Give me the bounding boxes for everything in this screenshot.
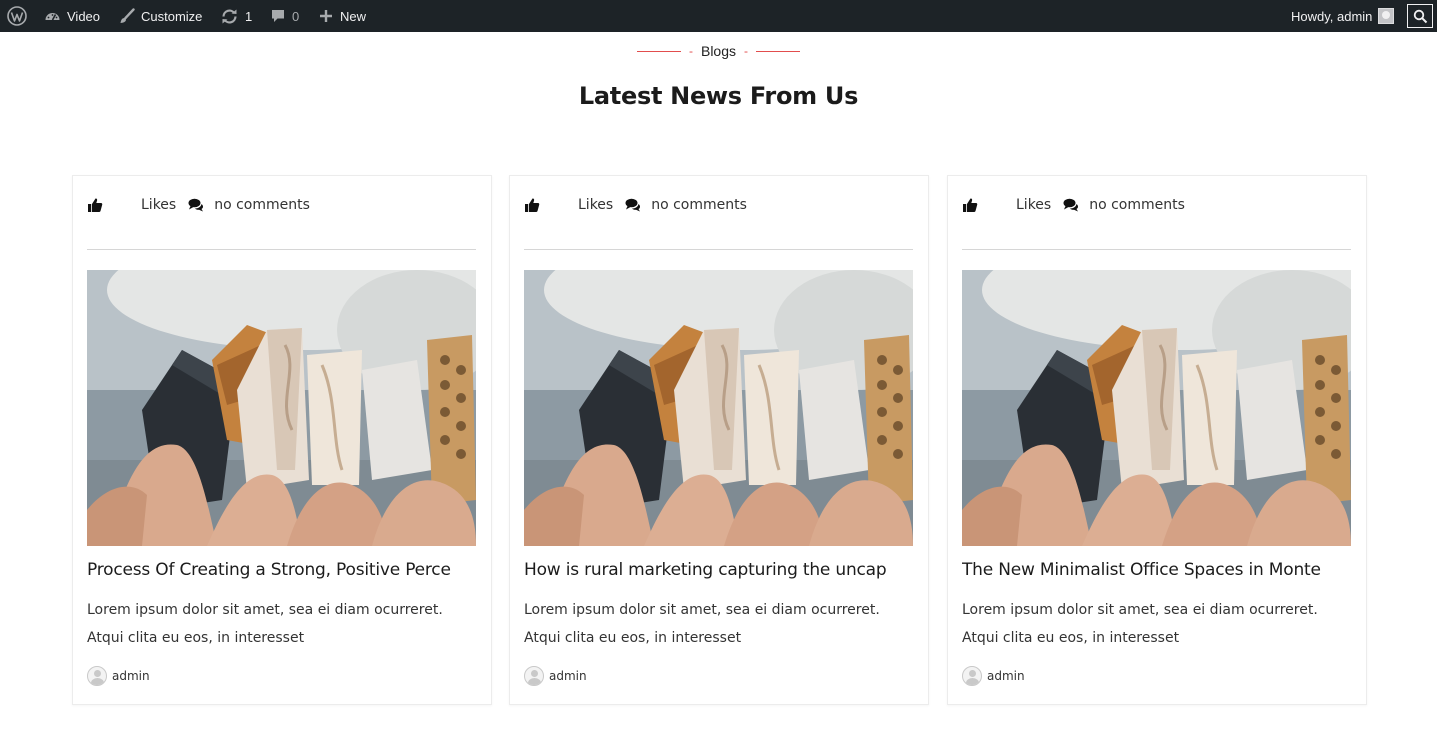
thumbs-up-icon[interactable] bbox=[962, 197, 978, 213]
updates-link[interactable]: 1 bbox=[220, 0, 252, 32]
post-thumbnail[interactable] bbox=[87, 270, 476, 546]
avatar bbox=[1378, 8, 1395, 24]
post-excerpt: Lorem ipsum dolor sit amet, sea ei diam … bbox=[87, 602, 443, 646]
likes-label[interactable]: Likes bbox=[1016, 197, 1051, 213]
post-author[interactable]: admin bbox=[962, 666, 1025, 686]
admin-bar: Video Customize 1 0 New Howdy, admin bbox=[0, 0, 1437, 32]
new-label: New bbox=[340, 8, 367, 24]
post-excerpt: Lorem ipsum dolor sit amet, sea ei diam … bbox=[962, 602, 1318, 646]
updates-icon bbox=[222, 9, 237, 23]
author-avatar bbox=[524, 666, 544, 686]
wordpress-icon bbox=[7, 6, 27, 26]
site-name-menu[interactable]: Video bbox=[44, 0, 100, 32]
kicker-dash-right: - bbox=[744, 44, 749, 58]
thumbs-up-icon[interactable] bbox=[87, 197, 103, 213]
post-author[interactable]: admin bbox=[524, 666, 587, 686]
comments-icon bbox=[188, 198, 204, 212]
meta-divider bbox=[962, 249, 1351, 250]
soap-bars-image bbox=[962, 270, 1351, 546]
post-author[interactable]: admin bbox=[87, 666, 150, 686]
likes-label[interactable]: Likes bbox=[141, 197, 176, 213]
my-account-menu[interactable]: Howdy, admin bbox=[1291, 0, 1395, 32]
kicker-dash-left: - bbox=[688, 44, 693, 58]
paintbrush-icon bbox=[120, 7, 135, 23]
author-name[interactable]: admin bbox=[112, 669, 150, 683]
customize-label: Customize bbox=[141, 8, 203, 24]
post-meta: Likes no comments bbox=[87, 195, 310, 215]
kicker-line-left bbox=[636, 50, 681, 52]
comments-link[interactable]: 0 bbox=[270, 0, 299, 32]
post-thumbnail[interactable] bbox=[524, 270, 913, 546]
post-excerpt: Lorem ipsum dolor sit amet, sea ei diam … bbox=[524, 602, 880, 646]
site-name-label: Video bbox=[67, 8, 101, 24]
blog-card: Likes no comments bbox=[509, 175, 929, 705]
plus-icon bbox=[320, 10, 332, 22]
kicker-label: Blogs bbox=[700, 43, 737, 59]
author-avatar bbox=[87, 666, 107, 686]
post-meta: Likes no comments bbox=[962, 195, 1185, 215]
comments-count: 0 bbox=[292, 8, 300, 24]
post-title[interactable]: Process Of Creating a Strong, Positive P… bbox=[87, 560, 479, 580]
comments-icon bbox=[1063, 198, 1079, 212]
customize-link[interactable]: Customize bbox=[118, 0, 202, 32]
meta-divider bbox=[87, 249, 476, 250]
dashboard-icon bbox=[45, 13, 60, 21]
author-avatar bbox=[962, 666, 982, 686]
updates-count: 1 bbox=[245, 8, 253, 24]
comments-icon bbox=[625, 198, 641, 212]
post-title[interactable]: How is rural marketing capturing the unc… bbox=[524, 560, 916, 580]
author-name[interactable]: admin bbox=[987, 669, 1025, 683]
likes-label[interactable]: Likes bbox=[578, 197, 613, 213]
author-name[interactable]: admin bbox=[549, 669, 587, 683]
comment-bubble-icon bbox=[272, 10, 284, 22]
howdy-label: Howdy, admin bbox=[1291, 8, 1373, 24]
post-title[interactable]: The New Minimalist Office Spaces in Mont… bbox=[962, 560, 1354, 580]
new-content-menu[interactable]: New bbox=[318, 0, 366, 32]
post-thumbnail[interactable] bbox=[962, 270, 1351, 546]
search-button[interactable] bbox=[1407, 4, 1433, 28]
comments-link[interactable]: no comments bbox=[651, 197, 747, 213]
section-heading: Latest News From Us bbox=[578, 82, 859, 110]
soap-bars-image bbox=[87, 270, 476, 546]
thumbs-up-icon[interactable] bbox=[524, 197, 540, 213]
meta-divider bbox=[524, 249, 913, 250]
blog-card: Likes no comments bbox=[947, 175, 1367, 705]
section-kicker: - Blogs - bbox=[0, 43, 1437, 59]
post-meta: Likes no comments bbox=[524, 195, 747, 215]
kicker-line-right bbox=[756, 50, 801, 52]
comments-link[interactable]: no comments bbox=[214, 197, 310, 213]
search-icon bbox=[1413, 9, 1427, 23]
wordpress-menu[interactable] bbox=[7, 0, 27, 32]
blog-card: Likes no comments bbox=[72, 175, 492, 705]
comments-link[interactable]: no comments bbox=[1089, 197, 1185, 213]
soap-bars-image bbox=[524, 270, 913, 546]
